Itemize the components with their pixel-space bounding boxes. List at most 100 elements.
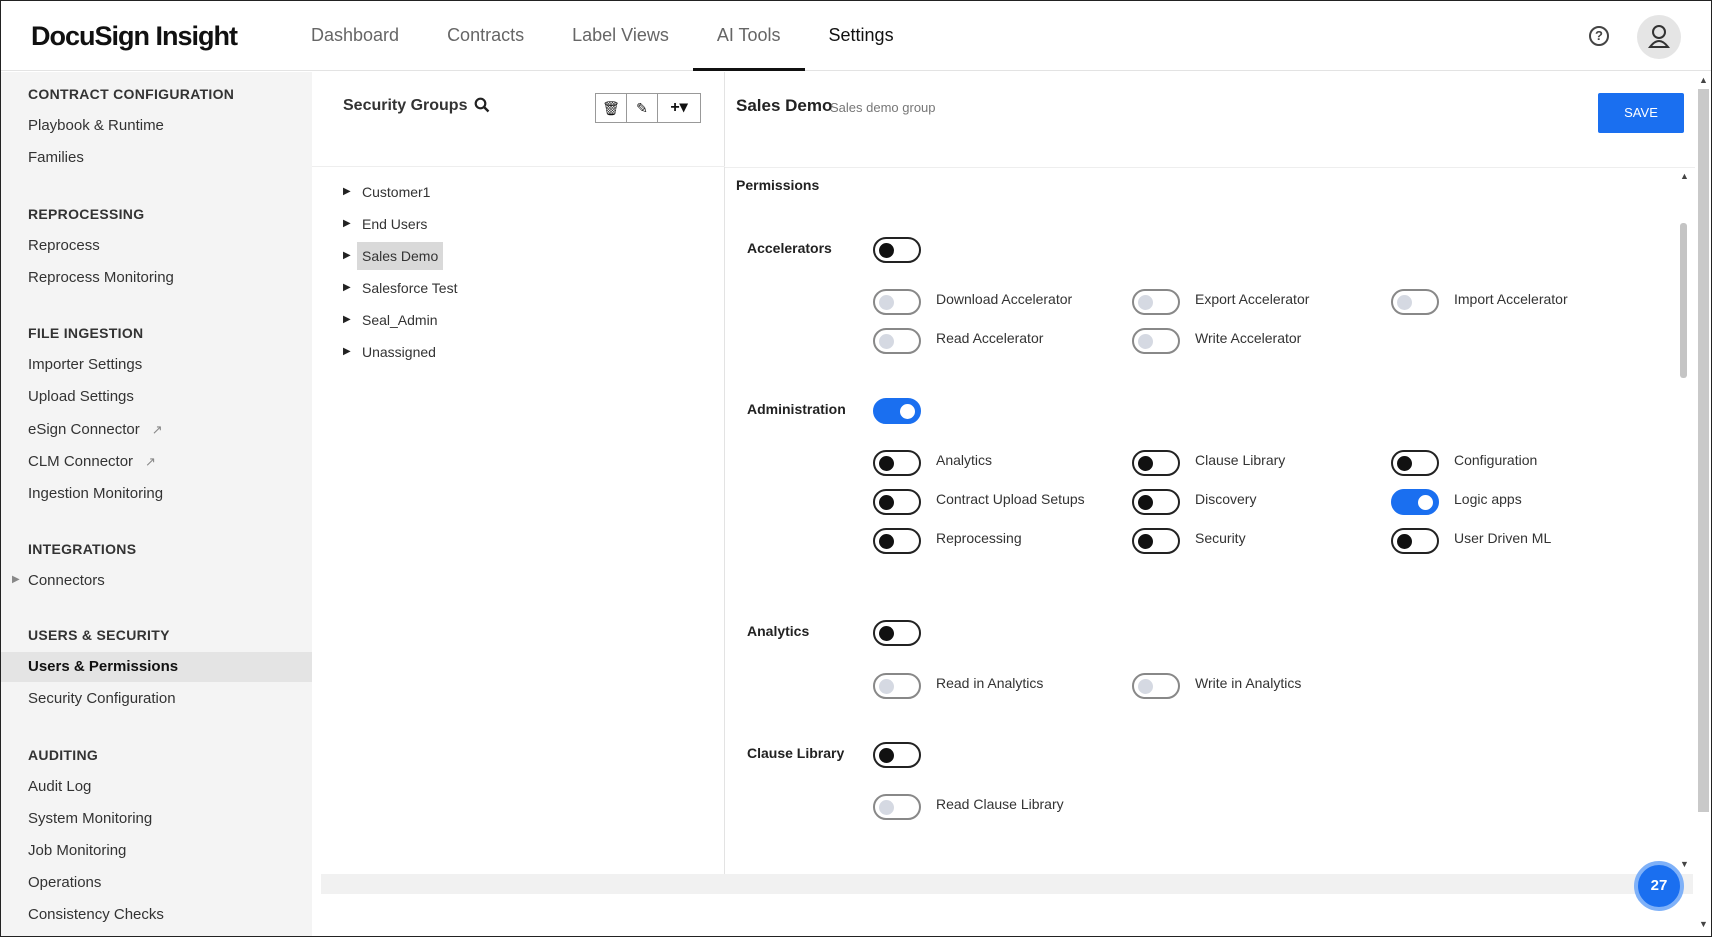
perm-label: Reprocessing [936,530,1022,546]
tree-item[interactable]: ▶ Customer1 [337,178,597,210]
caret-right-icon[interactable]: ▶ [343,306,351,334]
sidebar-item-audit-log[interactable]: Audit Log [1,772,312,802]
caret-right-icon[interactable]: ▶ [343,210,351,238]
nav-dashboard[interactable]: Dashboard [287,1,423,71]
groups-toolbar: 🗑 ✎ +▾ [595,93,701,123]
toggle-discovery[interactable] [1132,489,1180,515]
plus-icon: +▾ [670,99,688,116]
toggle-analytics[interactable] [873,620,921,646]
sidebar-section-title: FILE INGESTION [28,325,144,341]
toggle-contract-upload-setups[interactable] [873,489,921,515]
tree-item[interactable]: ▶ Salesforce Test [337,274,597,306]
toggle-security[interactable] [1132,528,1180,554]
sidebar-item-system-monitoring[interactable]: System Monitoring [1,804,312,834]
divider [725,167,1695,168]
tree-item-label[interactable]: Unassigned [357,338,441,366]
app-window: DocuSign Insight Dashboard Contracts Lab… [0,0,1712,937]
add-button[interactable]: +▾ [658,94,700,122]
tree-item[interactable]: ▶ End Users [337,210,597,242]
tree-item-label[interactable]: Seal_Admin [357,306,443,334]
sidebar-section-title: CONTRACT CONFIGURATION [28,86,235,102]
perm-label: Analytics [936,452,993,468]
sidebar-item-importer-settings[interactable]: Importer Settings [1,350,312,380]
sidebar-item-reprocess[interactable]: Reprocess [1,231,312,261]
caret-right-icon[interactable]: ▶ [343,242,351,270]
delete-button[interactable]: 🗑 [596,94,627,122]
tree-item[interactable]: ▶ Seal_Admin [337,306,597,338]
perm-label: Import Accelerator [1454,291,1568,307]
avatar[interactable] [1637,15,1681,59]
sidebar-item-clm-connector[interactable]: CLM Connector ↗ [1,447,312,477]
sidebar-section-title: INTEGRATIONS [28,541,137,557]
page-scroll-down-arrow[interactable]: ▼ [1699,919,1708,929]
perm-label: Configuration [1454,452,1538,468]
sidebar-section-title: AUDITING [28,747,99,763]
perm-label: Write in Analytics [1195,675,1302,691]
help-icon[interactable]: ? [1589,26,1609,46]
sidebar-item-security-configuration[interactable]: Security Configuration [1,684,312,714]
security-groups-panel: Security Groups 🗑 ✎ +▾ ▶ Customer1 ▶ End U… [312,72,725,874]
toggle-export-accelerator [1132,289,1180,315]
page-scroll-up-arrow[interactable]: ▲ [1699,75,1708,85]
permissions-heading: Permissions [736,177,820,193]
perm-label: Contract Upload Setups [936,491,1085,507]
toggle-clause-library-admin[interactable] [1132,450,1180,476]
nav-settings[interactable]: Settings [805,1,918,71]
sidebar-item-upload-settings[interactable]: Upload Settings [1,382,312,412]
tree-item[interactable]: ▶ Unassigned [337,338,597,370]
search-icon[interactable] [474,97,490,118]
edit-button[interactable]: ✎ [627,94,658,122]
toggle-analytics-admin[interactable] [873,450,921,476]
sidebar-item-users-permissions[interactable]: Users & Permissions [1,652,312,682]
toggle-download-accelerator [873,289,921,315]
caret-right-icon[interactable]: ▶ [343,274,351,302]
perm-label: Clause Library [1195,452,1286,468]
toggle-user-driven-ml[interactable] [1391,528,1439,554]
tree-item-selected[interactable]: ▶ Sales Demo [337,242,597,274]
notification-badge[interactable]: 27 [1634,861,1684,911]
toggle-import-accelerator [1391,289,1439,315]
toggle-accelerators[interactable] [873,237,921,263]
inner-scrollbar-thumb[interactable] [1680,223,1687,378]
nav-ai-tools[interactable]: AI Tools [692,1,805,71]
sidebar-item-operations[interactable]: Operations [1,868,312,898]
sidebar-item-consistency-checks[interactable]: Consistency Checks [1,900,312,930]
scroll-down-arrow[interactable]: ▼ [1680,859,1689,869]
sidebar-item-job-monitoring[interactable]: Job Monitoring [1,836,312,866]
sidebar-section-title: REPROCESSING [28,206,145,222]
sidebar-item-esign-connector[interactable]: eSign Connector ↗ [1,415,312,445]
group-subtitle: Sales demo group [830,100,936,115]
toggle-logic-apps[interactable] [1391,489,1439,515]
sidebar-item-playbook-runtime[interactable]: Playbook & Runtime [1,111,312,141]
save-button[interactable]: SAVE [1598,93,1684,133]
sidebar-item-ingestion-monitoring[interactable]: Ingestion Monitoring [1,479,312,509]
perm-label: Logic apps [1454,491,1522,507]
caret-right-icon[interactable]: ▶ [343,338,351,366]
perm-label: Export Accelerator [1195,291,1310,307]
horizontal-scroll-track[interactable] [321,874,1693,894]
page-scrollbar-thumb[interactable] [1698,89,1709,812]
tree-item-label[interactable]: Customer1 [357,178,435,206]
avatar-icon [1647,25,1671,48]
scroll-up-arrow[interactable]: ▲ [1680,171,1689,181]
group-details-panel: Sales Demo Sales demo group SAVE Permiss… [725,72,1695,874]
sidebar-item-reprocess-monitoring[interactable]: Reprocess Monitoring [1,263,312,293]
pencil-icon: ✎ [636,100,648,116]
perm-label: Read Clause Library [936,796,1064,812]
tree-item-label[interactable]: Sales Demo [357,242,444,270]
nav-label-views[interactable]: Label Views [548,1,693,71]
sidebar-item-connectors[interactable]: Connectors [1,566,312,596]
caret-right-icon[interactable]: ▶ [343,178,351,206]
toggle-reprocessing[interactable] [873,528,921,554]
toggle-configuration[interactable] [1391,450,1439,476]
main-nav: Dashboard Contracts Label Views AI Tools… [287,1,918,71]
tree-item-label[interactable]: Salesforce Test [357,274,462,302]
tree-item-label[interactable]: End Users [357,210,432,238]
sidebar-item-families[interactable]: Families [1,143,312,173]
toggle-administration[interactable] [873,398,921,424]
toggle-clause-library[interactable] [873,742,921,768]
toggle-read-in-analytics [873,673,921,699]
external-link-icon: ↗ [145,454,156,469]
app-logo[interactable]: DocuSign Insight [31,21,238,52]
nav-contracts[interactable]: Contracts [423,1,548,71]
